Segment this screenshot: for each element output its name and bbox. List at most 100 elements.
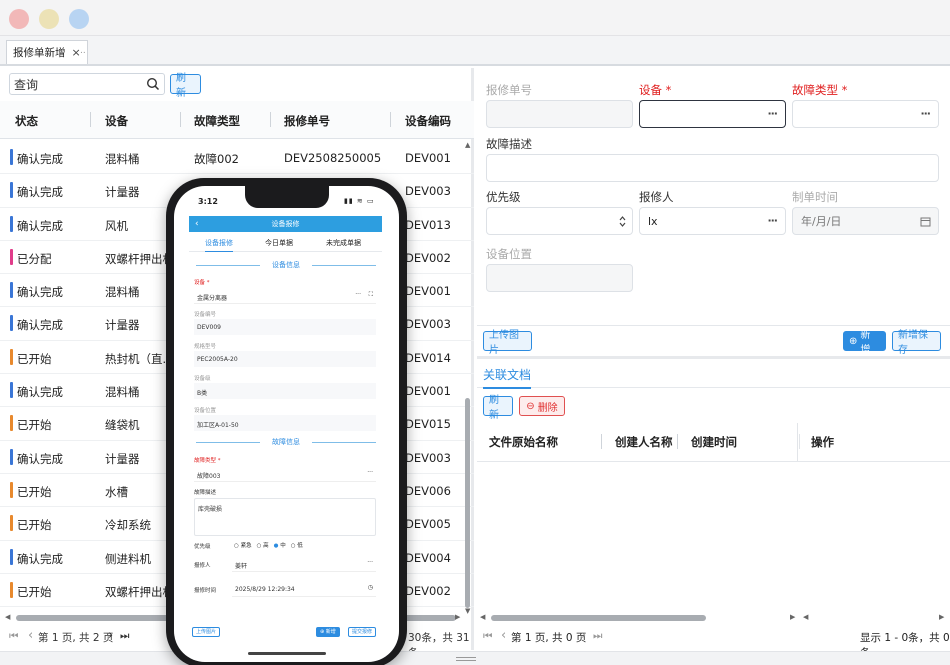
column-divider[interactable] [799,434,800,449]
phone-code-label: 设备编号 [194,312,217,318]
search-input[interactable]: 查询 [9,73,165,95]
scroll-left-icon[interactable]: ◀ [803,613,808,621]
maximize-window-button[interactable] [69,9,89,29]
fault-type-lookup-icon[interactable]: ··· [920,107,931,120]
column-header[interactable]: 创建人名称 [615,434,673,450]
device-field[interactable]: ··· [639,100,786,128]
vertical-scrollbar[interactable]: ▲ ▼ [463,141,472,616]
phone-device-field[interactable]: 金属分离器 ··· ⛶ [194,288,376,304]
scroll-right-icon[interactable]: ▶ [939,613,944,621]
scrollbar-thumb[interactable] [491,615,706,621]
cell-device: 侧进料机 [105,551,151,566]
phone-tab-unfinished[interactable]: 未完成单据 [326,238,361,248]
clock-icon[interactable]: ◷ [368,584,373,591]
phone-submit-button[interactable]: 提交报修 [348,627,377,637]
phone-tab-repair[interactable]: 设备报修 [205,238,233,252]
docs-delete-button[interactable]: ⊖ 删除 [519,396,565,416]
close-window-button[interactable] [9,9,29,29]
add-button[interactable]: ⊕ 新增 [843,330,886,356]
column-divider[interactable] [270,112,271,127]
priority-option-high[interactable]: ○ 高 [257,541,269,549]
column-divider[interactable] [390,112,391,127]
search-icon[interactable] [146,77,160,91]
last-page-icon[interactable]: ⏭ [593,630,602,643]
cell-status: 确认完成 [17,152,63,166]
scan-icon[interactable]: ⛶ [369,291,373,299]
scroll-left-icon[interactable]: ◀ [5,613,10,621]
minimize-window-button[interactable] [39,9,59,29]
fault-desc-field[interactable] [486,154,939,182]
resize-grip-icon[interactable] [456,657,476,658]
cell-code: DEV014 [405,350,451,365]
column-divider [797,423,798,461]
scroll-right-icon[interactable]: ▶ [790,613,795,621]
delete-label: 删除 [537,402,558,414]
tab-more[interactable]: .. [80,46,86,56]
cell-status: 已开始 [17,351,52,366]
next-page-icon[interactable]: › [108,628,113,643]
column-divider[interactable] [601,434,602,449]
more-icon[interactable]: ··· [367,559,373,566]
upload-image-button[interactable]: 上传图片 [483,330,532,356]
device-info-section: 设备信息 [196,260,376,270]
last-page-icon[interactable]: ⏭ [120,630,129,643]
column-divider[interactable] [90,112,91,127]
cell-fault: 故障002 [194,152,239,166]
cell-status: 已开始 [17,418,52,433]
reporter-label: 报修人 [639,190,674,204]
phone-time-field[interactable]: 2025/8/29 12:29:34 ◷ [232,581,376,597]
prev-page-icon[interactable]: ‹ [501,628,506,643]
priority-option-low[interactable]: ○ 低 [291,541,303,549]
status-color-bar [10,448,13,465]
created-date-field: 年/月/日 [792,207,939,235]
column-header[interactable]: 故障类型 [194,113,240,129]
column-header[interactable]: 设备编码 [405,113,451,129]
scroll-right-icon[interactable]: ▶ [455,613,460,621]
phone-add-button[interactable]: ⊕ 新增 [316,627,340,637]
device-lookup-icon[interactable]: ··· [767,107,778,120]
tab-repair-order-new[interactable]: 报修单新增 × [6,40,88,64]
scrollbar-thumb[interactable] [465,398,470,608]
column-header[interactable]: 创建时间 [691,434,737,450]
phone-desc-field[interactable]: 库壳破损 [194,498,376,536]
phone-reporter-field[interactable]: 姜轩 ··· [232,556,376,572]
add-save-button[interactable]: 新增保存 [892,330,941,356]
scroll-left-icon[interactable]: ◀ [480,613,485,621]
first-page-icon[interactable]: ⏮ [483,630,492,643]
reporter-lookup-icon[interactable]: ··· [767,214,778,227]
next-page-icon[interactable]: › [581,628,586,643]
column-header[interactable]: 文件原始名称 [489,434,558,450]
back-icon[interactable]: ‹ [195,216,199,232]
priority-option-medium[interactable]: ● 中 [274,541,286,549]
more-icon[interactable]: ··· [355,291,361,298]
docs-refresh-button[interactable]: 刷新 [483,395,513,421]
phone-device-label: 设备 * [194,280,210,286]
more-icon[interactable]: ··· [367,469,373,476]
docs-horizontal-scrollbar[interactable]: ◀ ▶ ◀ ▶ [477,613,950,623]
phone-tab-today[interactable]: 今日单据 [265,238,293,248]
refresh-button[interactable]: 刷新 [170,73,201,99]
cell-status: 已开始 [17,484,52,499]
prev-page-icon[interactable]: ‹ [28,628,33,643]
reporter-field[interactable]: lx ··· [639,207,786,235]
priority-select[interactable] [486,207,633,235]
cell-code: DEV013 [405,217,451,232]
column-divider[interactable] [677,434,678,449]
column-header[interactable]: 操作 [811,434,834,450]
column-divider[interactable] [180,112,181,127]
column-header[interactable]: 报修单号 [284,113,330,129]
priority-option-urgent[interactable]: ○ 紧急 [234,541,252,549]
column-header[interactable]: 状态 [15,113,38,129]
fault-type-field[interactable]: ··· [792,100,939,128]
cell-device: 计量器 [105,185,140,200]
first-page-icon[interactable]: ⏮ [9,630,18,643]
phone-upload-button[interactable]: 上传图片 [192,627,221,637]
phone-fault-type-field[interactable]: 故障003 ··· [194,466,376,482]
table-row[interactable]: 确认完成 混料桶 故障002 DEV2508250005 DEV001 [0,141,474,175]
cell-device: 热封机（直... [105,351,174,366]
tab-related-docs[interactable]: 关联文档 [483,366,532,389]
phone-location-label: 设备位置 [194,408,217,414]
column-header[interactable]: 设备 [105,113,128,129]
phone-status-icons: ▮▮ ≋ ▭ [344,197,375,205]
scroll-up-icon[interactable]: ▲ [465,141,470,149]
